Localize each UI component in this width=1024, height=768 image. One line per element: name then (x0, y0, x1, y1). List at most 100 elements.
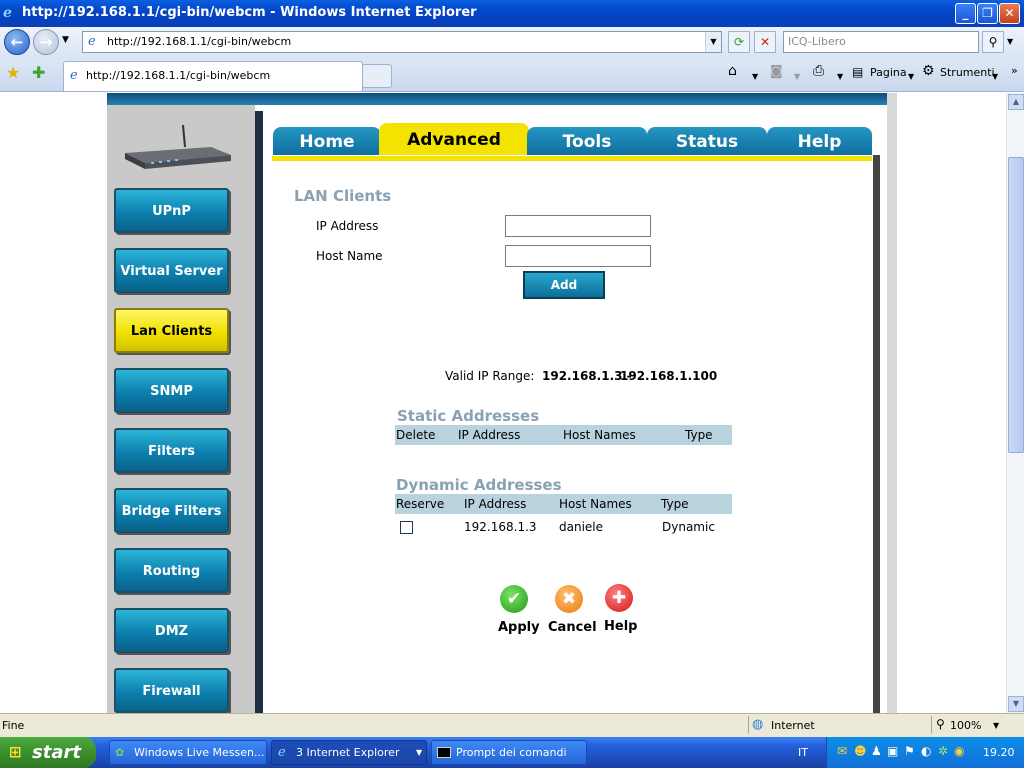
home-icon[interactable]: ⌂ (728, 63, 737, 79)
tray-icon[interactable]: ✲ (938, 744, 948, 758)
minimize-button[interactable]: _ (955, 3, 976, 24)
tab-home[interactable]: Home (273, 127, 381, 155)
forward-button[interactable]: → (33, 29, 59, 55)
tray-icon[interactable]: ⚑ (904, 744, 915, 758)
search-icon[interactable]: ⚲ (982, 31, 1004, 53)
close-button[interactable]: ✕ (999, 3, 1020, 24)
column-header: Type (661, 497, 689, 511)
back-button[interactable]: ← (4, 29, 30, 55)
feeds-dropdown-icon[interactable]: ▼ (794, 69, 800, 85)
toolbar-overflow-icon[interactable]: » (1011, 63, 1018, 79)
valid-ip-range-start: 192.168.1.3 - (542, 369, 632, 383)
sidebar-item-upnp[interactable]: UPnP (114, 188, 229, 233)
help-plus-icon[interactable]: ✚ (605, 584, 633, 612)
search-options-icon[interactable]: ▼ (1007, 37, 1013, 46)
new-tab-button[interactable] (362, 64, 392, 88)
column-header: IP Address (464, 497, 527, 511)
language-indicator[interactable]: IT (798, 746, 808, 759)
router-device-icon (125, 124, 231, 169)
ip-address-label: IP Address (316, 219, 379, 233)
cancel-x-icon[interactable]: ✖ (555, 585, 583, 613)
tab-label: Advanced (407, 130, 501, 150)
static-addresses-title: Static Addresses (397, 407, 540, 425)
scroll-up-icon[interactable]: ▲ (1008, 94, 1024, 110)
ip-address-input[interactable] (505, 215, 651, 237)
help-button[interactable]: Help (604, 619, 637, 634)
ie-task-icon: e (278, 745, 286, 760)
tools-menu[interactable]: Strumenti (940, 65, 995, 81)
tab-help[interactable]: Help (767, 127, 872, 155)
status-text: Fine (2, 719, 25, 732)
address-dropdown-icon[interactable]: ▼ (705, 32, 721, 52)
tab-advanced[interactable]: Advanced (379, 123, 529, 155)
zoom-icon[interactable]: ⚲ (936, 717, 945, 731)
maximize-button[interactable]: ❐ (977, 3, 998, 24)
column-header: IP Address (458, 428, 521, 442)
vertical-scrollbar[interactable]: ▲ ▼ (1006, 93, 1024, 713)
sidebar-item-dmz[interactable]: DMZ (114, 608, 229, 653)
tab-status[interactable]: Status (647, 127, 767, 155)
task-label: Prompt dei comandi (456, 746, 567, 759)
feeds-icon[interactable]: ◙ (770, 64, 783, 80)
window-title-bar: e http://192.168.1.1/cgi-bin/webcm - Win… (0, 0, 1024, 27)
search-input[interactable]: ICQ-Libero (783, 31, 979, 53)
sidebar-item-firewall[interactable]: Firewall (114, 668, 229, 713)
taskbar: ⊞ start ✿ Windows Live Messen... e 3 Int… (0, 737, 1024, 768)
status-divider (748, 716, 749, 734)
scroll-thumb[interactable] (1008, 157, 1024, 453)
refresh-icon[interactable]: ⟳ (728, 31, 750, 53)
tray-icon[interactable]: ☻ (854, 744, 867, 758)
add-favorite-icon[interactable]: ✚ (32, 63, 45, 82)
tray-icon[interactable]: ✉ (837, 744, 847, 758)
task-internet-explorer[interactable]: e 3 Internet Explorer ▼ (271, 740, 427, 765)
print-dropdown-icon[interactable]: ▼ (837, 69, 843, 85)
page-menu[interactable]: Pagina (870, 65, 907, 81)
globe-icon: ◍ (752, 717, 764, 732)
router-page: UPnP Virtual Server Lan Clients SNMP Fil… (107, 93, 897, 713)
scroll-down-icon[interactable]: ▼ (1008, 696, 1024, 712)
add-button[interactable]: Add (523, 271, 605, 299)
task-label: Windows Live Messen... (134, 746, 265, 759)
favorites-star-icon[interactable]: ★ (6, 63, 20, 82)
browser-tab[interactable]: e http://192.168.1.1/cgi-bin/webcm (63, 61, 363, 91)
zoom-level[interactable]: 100% (950, 719, 981, 732)
stop-icon[interactable]: ✕ (754, 31, 776, 53)
address-input[interactable]: e http://192.168.1.1/cgi-bin/webcm ▼ (82, 31, 722, 53)
address-url: http://192.168.1.1/cgi-bin/webcm (107, 35, 292, 48)
tab-label: Tools (562, 132, 612, 152)
start-button[interactable]: ⊞ start (0, 737, 96, 768)
reserve-checkbox[interactable] (400, 521, 413, 534)
column-header: Host Names (563, 428, 636, 442)
zoom-dropdown-icon[interactable]: ▼ (993, 721, 999, 730)
sidebar-item-filters[interactable]: Filters (114, 428, 229, 473)
tab-underline (272, 156, 872, 161)
tray-icon[interactable]: ♟ (871, 744, 882, 758)
history-dropdown-icon[interactable]: ▼ (62, 35, 69, 45)
home-dropdown-icon[interactable]: ▼ (752, 69, 758, 85)
sidebar-item-snmp[interactable]: SNMP (114, 368, 229, 413)
task-command-prompt[interactable]: Prompt dei comandi (431, 740, 587, 765)
tab-label: Home (299, 132, 355, 152)
tray-icon[interactable]: ▣ (887, 744, 898, 758)
tab-tools[interactable]: Tools (527, 127, 647, 155)
cancel-button[interactable]: Cancel (548, 620, 597, 635)
apply-check-icon[interactable]: ✔ (500, 585, 528, 613)
tools-dropdown-icon[interactable]: ▼ (992, 69, 998, 85)
page-right-border (887, 93, 897, 713)
address-toolbar: ← → ▼ e http://192.168.1.1/cgi-bin/webcm… (0, 27, 1024, 59)
print-icon[interactable]: ⎙ (813, 63, 824, 79)
host-name-input[interactable] (505, 245, 651, 267)
apply-button[interactable]: Apply (498, 620, 540, 635)
tray-icon[interactable]: ◐ (921, 744, 931, 758)
task-windows-live-messenger[interactable]: ✿ Windows Live Messen... (109, 740, 267, 765)
page-dropdown-icon[interactable]: ▼ (908, 69, 914, 85)
tray-icon[interactable]: ◉ (954, 744, 964, 758)
sidebar-item-virtual-server[interactable]: Virtual Server (114, 248, 229, 293)
sidebar-item-routing[interactable]: Routing (114, 548, 229, 593)
sidebar-item-label: Filters (148, 444, 195, 459)
sidebar-item-lan-clients[interactable]: Lan Clients (114, 308, 229, 353)
tab-label: Status (675, 132, 739, 152)
sidebar-item-bridge-filters[interactable]: Bridge Filters (114, 488, 229, 533)
search-placeholder: ICQ-Libero (788, 35, 846, 48)
task-group-dropdown-icon[interactable]: ▼ (416, 741, 422, 764)
